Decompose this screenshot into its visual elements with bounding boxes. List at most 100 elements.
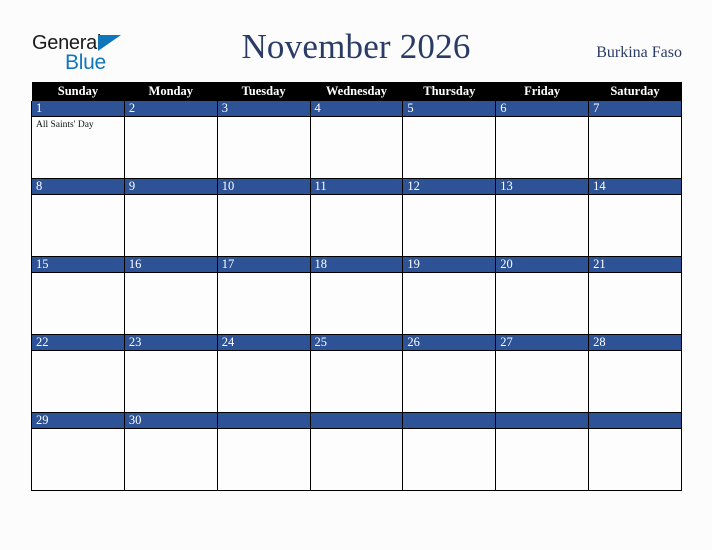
day-events: [403, 351, 495, 354]
day-cell-inner: 12: [403, 179, 496, 256]
day-cell-inner: 6: [496, 101, 589, 178]
day-number: 2: [124, 101, 217, 117]
weekday-header-monday: Monday: [124, 82, 218, 101]
day-number: [403, 413, 496, 429]
day-cell-inner: 1 All Saints' Day: [32, 101, 124, 178]
day-events: [589, 429, 681, 432]
day-number: 7: [589, 101, 681, 117]
day-number: 28: [589, 335, 681, 351]
weekday-header-tuesday: Tuesday: [217, 82, 311, 101]
day-events: [125, 351, 217, 354]
day-events: [218, 273, 310, 276]
calendar-day-cell[interactable]: 23: [123, 334, 218, 413]
day-number: 29: [32, 413, 124, 429]
calendar-day-cell[interactable]: 7: [588, 101, 682, 179]
calendar-day-cell[interactable]: 4: [309, 101, 404, 179]
calendar-day-cell[interactable]: 21: [588, 256, 682, 335]
day-cell-inner: 20: [496, 257, 589, 334]
day-cell-inner: 10: [217, 179, 310, 256]
day-cell-inner: 4: [310, 101, 403, 178]
calendar-day-cell[interactable]: 2: [123, 101, 218, 179]
day-events: [311, 273, 403, 276]
day-events: [496, 429, 588, 432]
day-cell-inner: 15: [32, 257, 124, 334]
day-number: 26: [403, 335, 496, 351]
day-number: 24: [217, 335, 310, 351]
weekday-header-thursday: Thursday: [402, 82, 496, 101]
calendar-day-cell[interactable]: 16: [123, 256, 218, 335]
day-cell-inner: 9: [124, 179, 217, 256]
calendar-day-cell[interactable]: 15: [31, 256, 125, 335]
day-cell-inner: 30: [124, 413, 217, 490]
calendar-day-cell[interactable]: 29: [31, 412, 125, 491]
calendar-day-cell[interactable]: 3: [216, 101, 311, 179]
calendar-day-cell[interactable]: 30: [123, 412, 218, 491]
calendar-day-cell[interactable]: 18: [309, 256, 404, 335]
day-cell-inner: [589, 413, 681, 490]
day-events: [496, 117, 588, 120]
calendar-day-cell[interactable]: 10: [216, 178, 311, 257]
day-number: 12: [403, 179, 496, 195]
day-number: 3: [217, 101, 310, 117]
day-number: [217, 413, 310, 429]
calendar-day-cell[interactable]: 1 All Saints' Day: [31, 101, 125, 179]
calendar-day-cell[interactable]: [588, 412, 682, 491]
day-number: 16: [124, 257, 217, 273]
calendar-day-cell[interactable]: [402, 412, 497, 491]
day-number: 5: [403, 101, 496, 117]
calendar-day-cell[interactable]: 11: [309, 178, 404, 257]
day-events: [32, 351, 124, 354]
calendar-day-cell[interactable]: 22: [31, 334, 125, 413]
calendar-day-cell[interactable]: 26: [402, 334, 497, 413]
day-number: 1: [32, 101, 124, 117]
calendar-day-cell[interactable]: 9: [123, 178, 218, 257]
day-events: [403, 195, 495, 198]
calendar-day-cell[interactable]: 25: [309, 334, 404, 413]
calendar-day-cell[interactable]: 8: [31, 178, 125, 257]
calendar-day-cell[interactable]: 24: [216, 334, 311, 413]
calendar-day-cell[interactable]: [309, 412, 404, 491]
day-number: 11: [310, 179, 403, 195]
calendar-day-cell[interactable]: 27: [495, 334, 590, 413]
calendar-week-row: 1 All Saints' Day 2 3 4 5 6 7: [31, 101, 682, 179]
calendar-week-row: 22 23 24 25 26 27 28: [31, 334, 682, 413]
day-events: [403, 117, 495, 120]
day-cell-inner: 11: [310, 179, 403, 256]
weekday-header-saturday: Saturday: [588, 82, 682, 101]
calendar-day-cell[interactable]: [216, 412, 311, 491]
day-number: 9: [124, 179, 217, 195]
page-header: General Blue November 2026 Burkina Faso: [0, 0, 712, 82]
day-events: [218, 117, 310, 120]
day-cell-inner: [403, 413, 496, 490]
day-cell-inner: 25: [310, 335, 403, 412]
calendar-day-cell[interactable]: 28: [588, 334, 682, 413]
day-number: 20: [496, 257, 589, 273]
day-number: 25: [310, 335, 403, 351]
calendar-page: General Blue November 2026 Burkina Faso …: [0, 0, 712, 550]
calendar-day-cell[interactable]: 14: [588, 178, 682, 257]
calendar-day-cell[interactable]: 12: [402, 178, 497, 257]
day-events: [311, 117, 403, 120]
calendar-day-cell[interactable]: 19: [402, 256, 497, 335]
calendar-day-cell[interactable]: 5: [402, 101, 497, 179]
day-number: 18: [310, 257, 403, 273]
day-cell-inner: 27: [496, 335, 589, 412]
day-events: [589, 117, 681, 120]
day-cell-inner: 24: [217, 335, 310, 412]
calendar-week-row: 29 30: [31, 412, 682, 491]
day-events: [32, 429, 124, 432]
day-number: 15: [32, 257, 124, 273]
calendar-day-cell[interactable]: 17: [216, 256, 311, 335]
day-number: [496, 413, 589, 429]
day-events: [32, 195, 124, 198]
day-number: 17: [217, 257, 310, 273]
calendar-day-cell[interactable]: [495, 412, 590, 491]
day-cell-inner: 19: [403, 257, 496, 334]
calendar-day-cell[interactable]: 20: [495, 256, 590, 335]
calendar-day-cell[interactable]: 13: [495, 178, 590, 257]
day-cell-inner: 23: [124, 335, 217, 412]
calendar-day-cell[interactable]: 6: [495, 101, 590, 179]
day-number: 27: [496, 335, 589, 351]
day-cell-inner: 28: [589, 335, 681, 412]
day-number: 22: [32, 335, 124, 351]
